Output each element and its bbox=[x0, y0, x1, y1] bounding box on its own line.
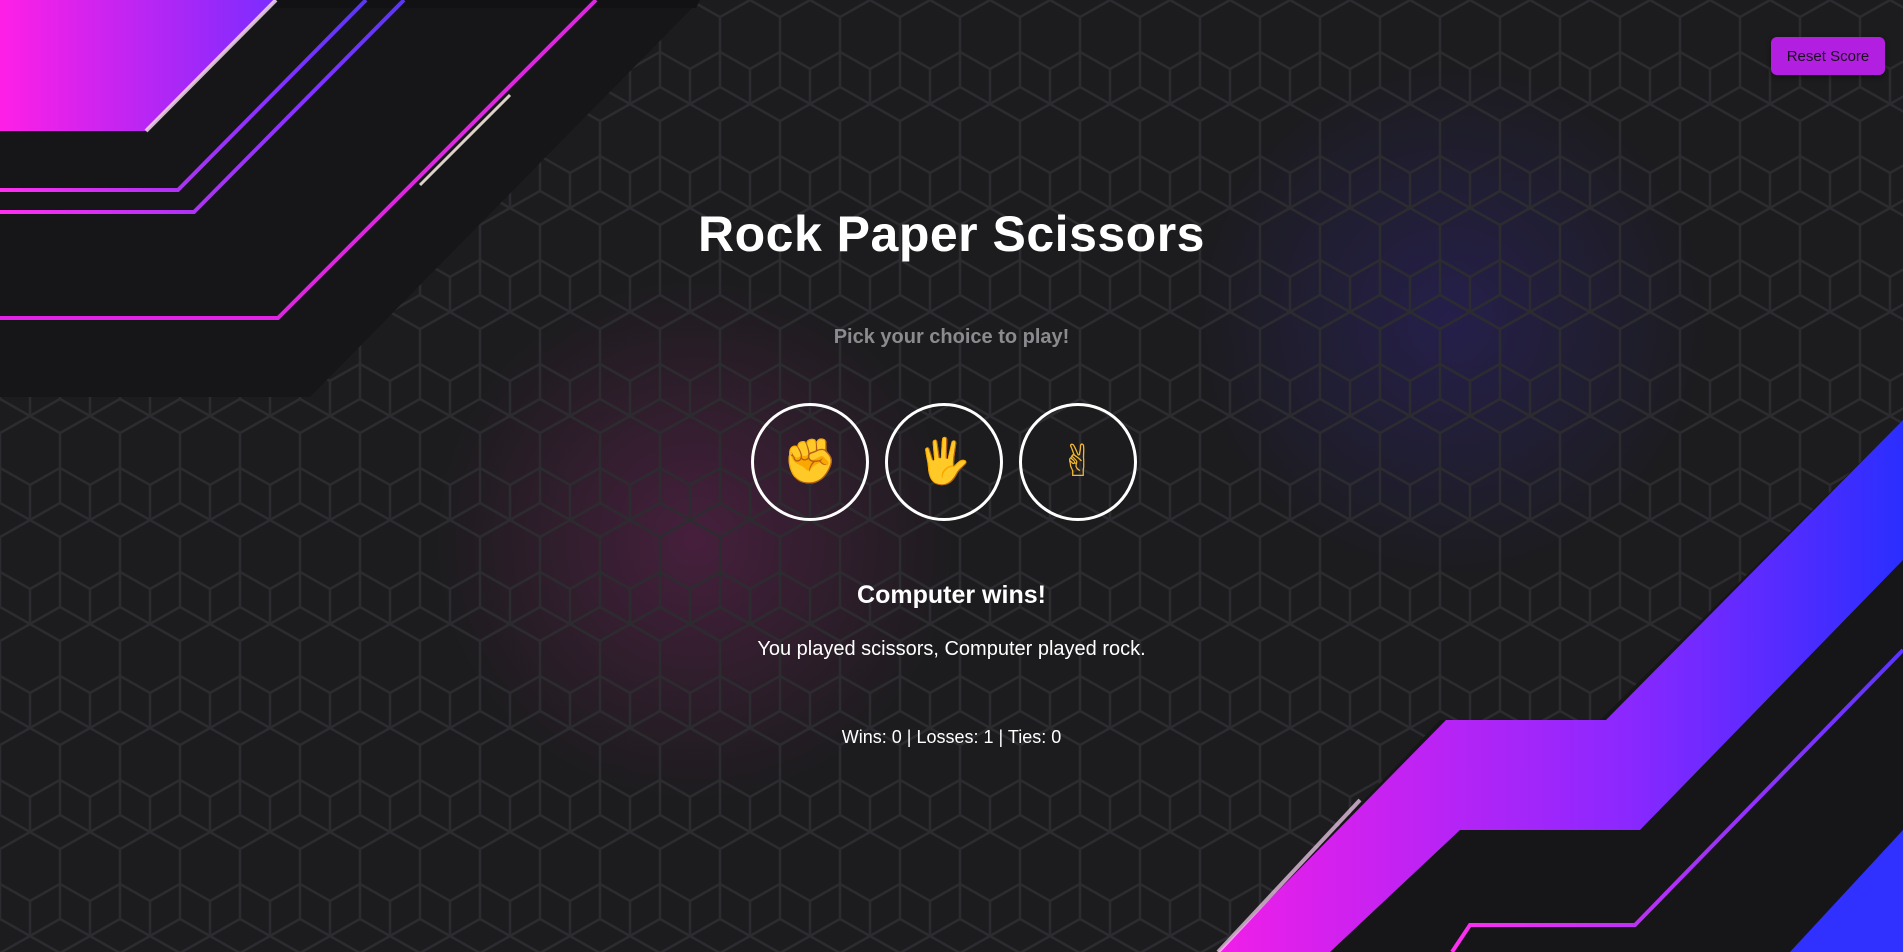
game-page: Reset Score Rock Paper Scissors Pick you… bbox=[0, 0, 1903, 952]
scissors-button[interactable]: ✌ bbox=[1019, 403, 1137, 521]
fist-icon: ✊ bbox=[782, 436, 838, 487]
score-counter: Wins: 0 | Losses: 1 | Ties: 0 bbox=[841, 727, 1062, 747]
open-hand-icon: 🖐 bbox=[916, 436, 972, 487]
reset-score-button[interactable]: Reset Score bbox=[1771, 37, 1885, 75]
choice-buttons: ✊ 🖐 ✌ bbox=[751, 403, 1139, 521]
round-detail-text: You played scissors, Computer played roc… bbox=[757, 638, 1146, 660]
rock-button[interactable]: ✊ bbox=[751, 403, 869, 521]
result-heading: Computer wins! bbox=[857, 581, 1046, 609]
victory-hand-icon: ✌ bbox=[1059, 436, 1097, 487]
page-title: Rock Paper Scissors bbox=[698, 206, 1205, 262]
paper-button[interactable]: 🖐 bbox=[885, 403, 1003, 521]
instruction-text: Pick your choice to play! bbox=[833, 326, 1070, 348]
